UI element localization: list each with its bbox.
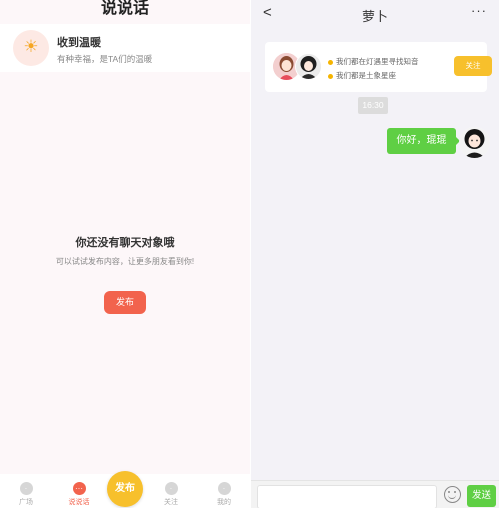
empty-state-title: 你还没有聊天对象哦 bbox=[75, 237, 175, 249]
match-reason: 我们都是土象星座 bbox=[328, 70, 396, 81]
match-card: 我们都在灯遇里寻找知音 我们都是土象星座 关注 bbox=[265, 42, 492, 92]
tab-label: 我的 bbox=[217, 499, 231, 506]
avatar[interactable] bbox=[459, 127, 490, 158]
square-icon: · bbox=[19, 482, 33, 495]
warmth-notice[interactable]: ☀ 收到温暖 有种幸福，是TA们的温暖 bbox=[0, 24, 250, 72]
match-reason: 我们都在灯遇里寻找知音 bbox=[328, 56, 419, 67]
send-button[interactable]: 发送 bbox=[467, 485, 496, 507]
chat-title: 萝卜 bbox=[361, 9, 388, 24]
profile-icon: · bbox=[217, 482, 231, 495]
sun-icon: ☀ bbox=[13, 30, 49, 66]
notice-title: 收到温暖 bbox=[57, 37, 101, 49]
page-title: 说说话 bbox=[100, 0, 149, 17]
tab-mine[interactable]: · 我的 bbox=[204, 479, 244, 508]
chat-header: < 萝卜 ··· bbox=[251, 0, 499, 30]
follow-button[interactable]: 关注 bbox=[454, 56, 492, 76]
message-input[interactable] bbox=[257, 485, 437, 508]
avatar[interactable] bbox=[295, 53, 322, 80]
chat-icon: ··· bbox=[72, 482, 86, 495]
publish-fab-button[interactable]: 发布 bbox=[107, 471, 143, 507]
chat-screen: < 萝卜 ··· 我们都在灯遇里寻找知音 我们都是土象星座 关注 16:30 你… bbox=[251, 0, 499, 508]
message-timestamp: 16:30 bbox=[358, 97, 388, 114]
tab-label: 广场 bbox=[19, 499, 33, 506]
publish-button[interactable]: 发布 bbox=[104, 291, 146, 314]
bullet-icon bbox=[328, 59, 333, 65]
message-input-bar: 发送 bbox=[251, 480, 499, 508]
outgoing-message-bubble[interactable]: 你好，琨琨 bbox=[387, 128, 456, 154]
tab-square[interactable]: · 广场 bbox=[6, 479, 46, 508]
tab-follow[interactable]: · 关注 bbox=[151, 479, 191, 508]
ellipsis-icon[interactable]: ··· bbox=[471, 3, 487, 18]
tab-label: 关注 bbox=[164, 499, 178, 506]
follow-icon: · bbox=[164, 482, 178, 495]
empty-state-subtitle: 可以试试发布内容，让更多朋友看到你! bbox=[55, 257, 195, 266]
emoji-icon[interactable] bbox=[444, 486, 461, 503]
tab-label: 说说话 bbox=[68, 499, 90, 506]
notice-subtitle: 有种幸福，是TA们的温暖 bbox=[57, 54, 153, 64]
left-screen: 说说话 ☀ 收到温暖 有种幸福，是TA们的温暖 你还没有聊天对象哦 可以试试发布… bbox=[0, 0, 250, 508]
tab-talk[interactable]: ··· 说说话 bbox=[59, 479, 99, 508]
bullet-icon bbox=[328, 73, 333, 79]
